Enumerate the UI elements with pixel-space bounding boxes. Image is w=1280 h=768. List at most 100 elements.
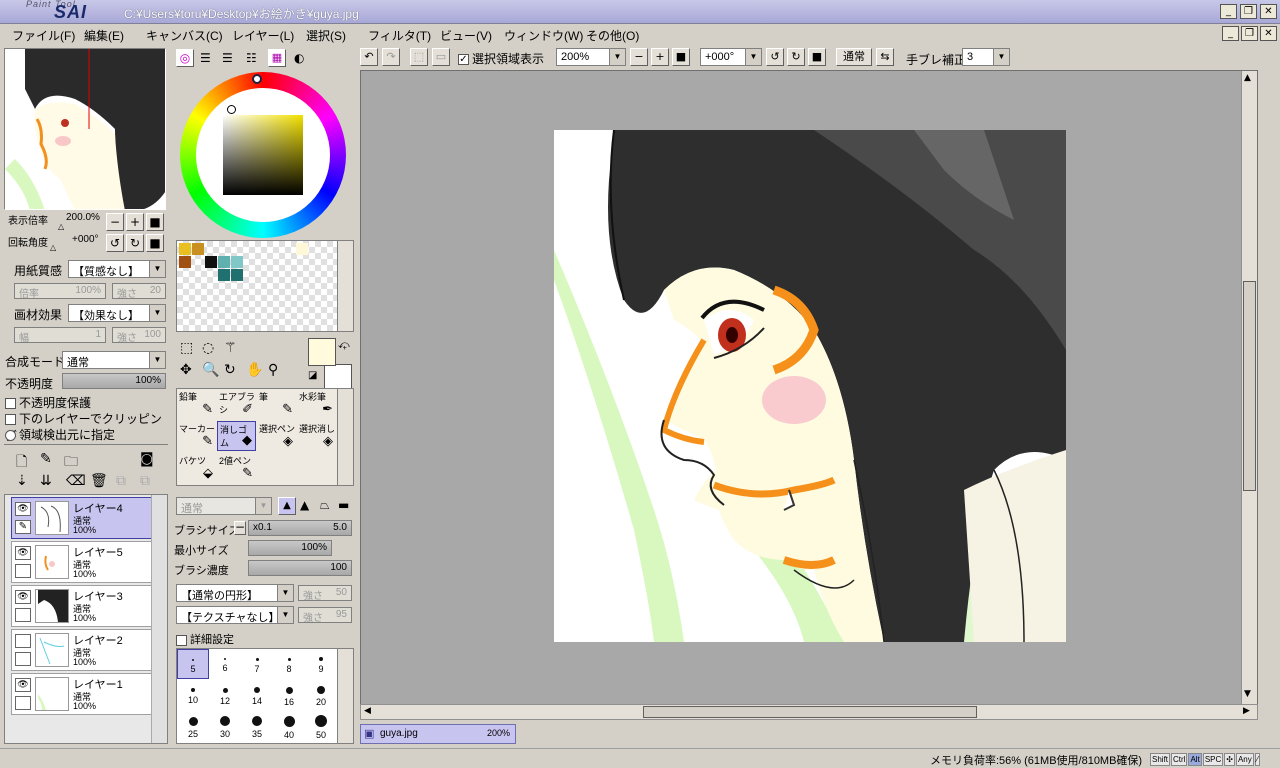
zoom-reset-button[interactable]: ■ (146, 213, 164, 231)
apply-mask-icon[interactable]: ⧉ (116, 473, 126, 489)
vertical-scrollbar[interactable]: ▲ ▼ (1241, 71, 1257, 705)
tool-select-pen[interactable]: 選択ペン ◈ (257, 421, 296, 451)
redo-icon[interactable]: ↷ (382, 48, 400, 66)
scratchpad-mode-icon[interactable]: ◐ (294, 51, 304, 65)
show-selection-toggle[interactable]: ✓ 選択領域表示 (458, 50, 544, 67)
transfer-down-icon[interactable]: ⇣ (16, 473, 28, 489)
brush-texture-dropdown[interactable]: 【テクスチャなし】 (176, 606, 294, 624)
brush-size-preset[interactable]: 40 (273, 711, 305, 741)
menu-canvas[interactable]: キャンバス(C) (146, 27, 223, 44)
scroll-up-icon[interactable]: ▲ (1244, 73, 1251, 83)
color-wheel-mode-icon[interactable]: ◎ (176, 49, 194, 67)
canvas-rotate-reset-button[interactable]: ■ (808, 48, 826, 66)
lock-slot[interactable] (15, 564, 31, 578)
brush-size-preset[interactable]: 8 (273, 649, 305, 679)
tip-square-icon[interactable]: ▬ (338, 498, 349, 512)
detail-settings-checkbox[interactable]: 詳細設定 (176, 631, 234, 647)
layer-list-scrollbar[interactable] (151, 495, 167, 743)
horizontal-scrollbar[interactable]: ◀ ▶ (360, 704, 1258, 720)
brush-size-preset[interactable]: 10 (177, 680, 209, 710)
color-wheel[interactable] (180, 72, 346, 238)
brush-size-preset[interactable]: 9 (305, 649, 337, 679)
layer-row-1[interactable]: 👁 レイヤー1 通常 100% (11, 673, 153, 715)
doc-restore-button[interactable]: ❐ (1241, 26, 1258, 41)
merge-visible-icon[interactable]: ⧉ (140, 473, 150, 489)
color-swatch[interactable] (179, 243, 191, 255)
rotate-left-button[interactable]: ↺ (106, 234, 124, 252)
menu-edit[interactable]: 編集(E) (84, 27, 124, 44)
move-icon[interactable]: ✥ (180, 362, 192, 378)
clipping-box[interactable] (5, 414, 16, 426)
paper-effect-dropdown[interactable]: 【効果なし】 (68, 304, 166, 322)
color-swatch[interactable] (231, 256, 243, 268)
canvas-rotate-right-button[interactable]: ↻ (787, 48, 805, 66)
tool-marker[interactable]: マーカー ✎ (177, 421, 216, 451)
scroll-left-icon[interactable]: ◀ (364, 706, 371, 716)
brush-size-preset[interactable]: 25 (177, 711, 209, 741)
rotate-icon[interactable]: ↻ (224, 362, 236, 378)
tool-binary-pen[interactable]: 2値ペン ✎ (217, 453, 256, 483)
eyedropper-icon[interactable]: ⚲ (268, 362, 278, 378)
canvas-zoom-reset-button[interactable]: ■ (672, 48, 690, 66)
brush-size-slider[interactable]: x0.1 5.0 (248, 520, 352, 536)
transparent-color-icon[interactable]: ◪ (308, 370, 317, 381)
rotation-slider-thumb[interactable]: △ (50, 243, 56, 252)
tip-flat-icon[interactable]: ⏢ (320, 498, 330, 513)
blend-mode-dropdown[interactable]: 通常 (62, 351, 166, 369)
menu-file[interactable]: ファイル(F) (12, 27, 75, 44)
zoom-slider-thumb[interactable]: △ (58, 222, 64, 231)
opacity-protect-box[interactable] (5, 398, 16, 410)
layer-row-2[interactable]: レイヤー2 通常 100% (11, 629, 153, 671)
effect-width-slider[interactable]: 幅1 (14, 327, 106, 344)
opacity-protect-checkbox[interactable]: 不透明度保護 (5, 394, 91, 411)
lock-slot[interactable] (15, 696, 31, 710)
scroll-down-icon[interactable]: ▼ (1244, 689, 1251, 699)
artwork-canvas[interactable] (554, 130, 1066, 642)
menu-view[interactable]: ビュー(V) (440, 27, 492, 44)
color-swatches[interactable] (176, 240, 354, 332)
hsv-slider-mode-icon[interactable]: ☰ (222, 51, 233, 65)
tip-sharp-icon[interactable]: ▲ (278, 497, 296, 515)
zoom-icon[interactable]: 🔍 (202, 362, 219, 378)
hand-icon[interactable]: ✋ (246, 362, 263, 378)
rgb-slider-mode-icon[interactable]: ☰ (200, 51, 211, 65)
view-blend-button[interactable]: 通常 (836, 48, 872, 66)
opacity-slider[interactable]: 100% (62, 373, 166, 389)
tool-brush[interactable]: 筆 ✎ (257, 389, 296, 419)
color-swatch[interactable] (205, 256, 217, 268)
eye-icon[interactable]: 👁 (15, 546, 31, 560)
delete-layer-icon[interactable]: 🗑 (90, 473, 108, 489)
texture-scale-slider[interactable]: 倍率 100% (14, 283, 106, 300)
vertical-scroll-thumb[interactable] (1243, 281, 1256, 491)
lock-slot[interactable] (15, 652, 31, 666)
color-swatch[interactable] (218, 256, 230, 268)
texture-strength-brush-slider[interactable]: 強さ 95 (298, 607, 352, 624)
menu-window[interactable]: ウィンドウ(W) (504, 27, 583, 44)
brush-blend-dropdown[interactable]: 通常 (176, 497, 272, 515)
close-button[interactable]: ✕ (1260, 4, 1277, 19)
primary-color[interactable] (308, 338, 336, 366)
detail-settings-box[interactable] (176, 634, 187, 646)
lock-slot[interactable] (15, 608, 31, 622)
horizontal-scroll-thumb[interactable] (643, 706, 977, 718)
merge-down-icon[interactable]: ⇊ (40, 473, 52, 489)
new-folder-icon[interactable]: 🗀 (64, 451, 78, 475)
deselect-icon[interactable]: ⬚ (410, 48, 428, 66)
new-layer-icon[interactable]: 🗋 (16, 451, 27, 475)
paper-texture-dropdown[interactable]: 【質感なし】 (68, 260, 166, 278)
swatch-scrollbar[interactable] (337, 241, 353, 331)
tool-grid-scrollbar[interactable] (337, 389, 353, 485)
brush-size-preset[interactable]: 6 (209, 649, 241, 679)
doc-close-button[interactable]: ✕ (1260, 26, 1277, 41)
minimize-button[interactable]: _ (1220, 4, 1237, 19)
color-swatch[interactable] (231, 269, 243, 281)
menu-select[interactable]: 選択(S) (306, 27, 346, 44)
layer-row-5[interactable]: 👁 レイヤー5 通常 100% (11, 541, 153, 583)
tip-round-icon[interactable]: ▲ (300, 498, 309, 512)
doc-minimize-button[interactable]: _ (1222, 26, 1239, 41)
eye-icon[interactable]: 👁 (15, 590, 31, 604)
brush-size-preset[interactable]: 35 (241, 711, 273, 741)
menu-other[interactable]: その他(O) (586, 27, 639, 44)
clear-layer-icon[interactable]: ⌫ (66, 473, 86, 489)
mixer-mode-icon[interactable]: ☷ (246, 51, 257, 65)
